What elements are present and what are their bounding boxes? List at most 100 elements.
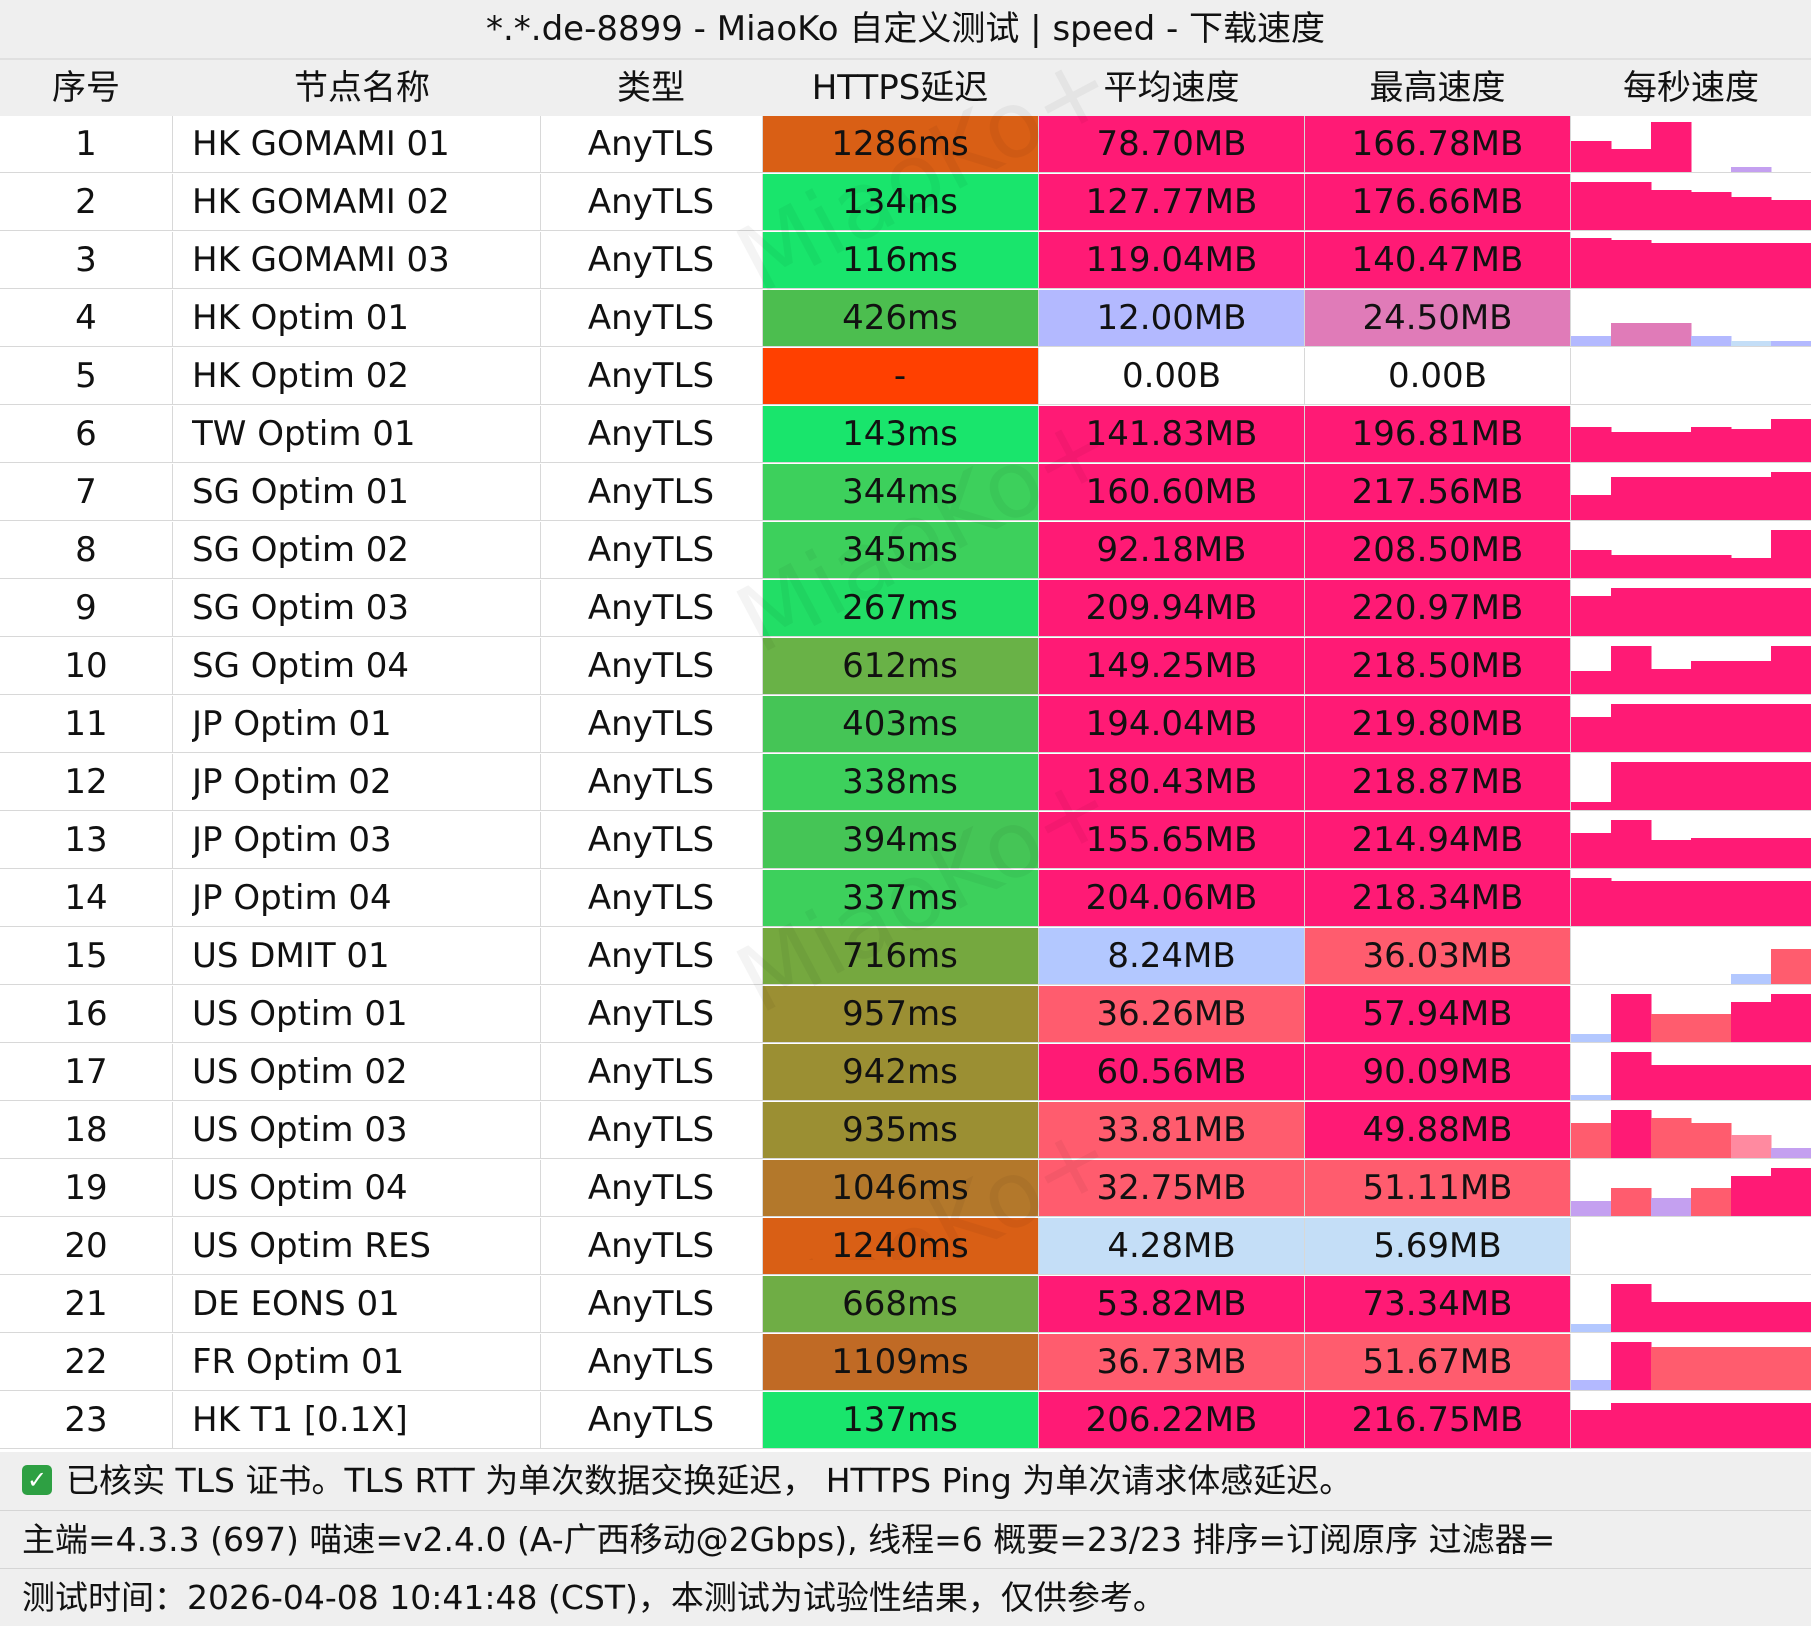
speed-bar	[1771, 881, 1811, 926]
avg-speed: 33.81MB	[1039, 1102, 1304, 1158]
table-row: 8 SG Optim 02 AnyTLS 345ms 92.18MB 208.50MB	[0, 522, 1811, 579]
speed-bar	[1651, 1014, 1692, 1042]
column-divider	[172, 1102, 173, 1158]
column-divider	[172, 348, 173, 404]
speed-bar	[1611, 555, 1652, 578]
node-type: AnyTLS	[587, 240, 715, 280]
speed-bar	[1691, 1065, 1732, 1100]
speed-bar	[1691, 1302, 1732, 1332]
speed-bar	[1691, 336, 1732, 346]
speed-bar	[1611, 1110, 1652, 1158]
speed-bar	[1731, 838, 1772, 868]
speed-bar	[1571, 596, 1612, 636]
column-divider	[762, 754, 763, 810]
speed-bar	[1611, 1403, 1652, 1448]
column-divider	[172, 1276, 173, 1332]
per-second-speed-chart	[1571, 406, 1811, 462]
column-divider	[762, 928, 763, 984]
column-divider	[1038, 1218, 1039, 1274]
per-second-speed-chart	[1571, 696, 1811, 752]
node-type: AnyTLS	[587, 1284, 715, 1324]
max-speed: 51.67MB	[1305, 1334, 1570, 1390]
https-latency: -	[762, 348, 1038, 404]
column-divider	[1038, 348, 1039, 404]
column-divider	[172, 580, 173, 636]
speed-bar	[1571, 1201, 1612, 1216]
speed-bar	[1691, 555, 1732, 578]
column-divider	[1038, 754, 1039, 810]
row-index: 13	[64, 820, 108, 860]
speed-bar	[1771, 1347, 1811, 1390]
avg-speed: 127.77MB	[1039, 174, 1304, 230]
column-divider	[762, 1044, 763, 1100]
speed-bar	[1771, 1403, 1811, 1448]
column-divider	[762, 1334, 763, 1390]
speed-bar	[1731, 1135, 1772, 1158]
node-name: HK GOMAMI 03	[192, 240, 450, 280]
per-second-speed-chart	[1571, 870, 1811, 926]
table-row: 15 US DMIT 01 AnyTLS 716ms 8.24MB 36.03MB	[0, 928, 1811, 985]
column-divider	[1304, 116, 1305, 172]
max-speed: 218.87MB	[1305, 754, 1570, 810]
avg-speed: 206.22MB	[1039, 1392, 1304, 1448]
node-name: JP Optim 04	[192, 878, 392, 918]
https-latency: 345ms	[762, 522, 1038, 578]
speed-bar	[1771, 530, 1811, 578]
row-index: 21	[64, 1284, 108, 1324]
column-divider	[1304, 870, 1305, 926]
col-header-max-speed: 最高速度	[1369, 68, 1506, 108]
max-speed: 140.47MB	[1305, 232, 1570, 288]
speed-bar	[1691, 243, 1732, 288]
speed-bar	[1731, 167, 1772, 172]
node-name: SG Optim 04	[192, 646, 410, 686]
column-divider	[1038, 1160, 1039, 1216]
https-latency: 403ms	[762, 696, 1038, 752]
speed-bar	[1611, 704, 1652, 752]
footer: ✓ 已核实 TLS 证书。TLS RTT 为单次数据交换延迟， HTTPS Pin…	[0, 1452, 1811, 1626]
column-divider	[172, 1392, 173, 1448]
per-second-speed-chart	[1571, 1102, 1811, 1158]
speed-bar	[1651, 432, 1692, 462]
https-latency: 935ms	[762, 1102, 1038, 1158]
node-type: AnyTLS	[587, 1226, 715, 1266]
node-type: AnyTLS	[587, 356, 715, 396]
column-divider	[172, 464, 173, 520]
col-header-https-latency: HTTPS延迟	[811, 68, 989, 108]
speed-bar	[1651, 323, 1692, 346]
column-divider	[1038, 406, 1039, 462]
footer-line-timestamp: 测试时间：2026-04-08 10:41:48 (CST)，本测试为试验性结果…	[0, 1568, 1811, 1625]
speed-bar	[1611, 1052, 1652, 1100]
speed-bar	[1771, 588, 1811, 636]
column-divider	[172, 928, 173, 984]
max-speed: 216.75MB	[1305, 1392, 1570, 1448]
speed-bar	[1771, 1168, 1811, 1216]
column-divider	[762, 638, 763, 694]
column-divider	[762, 1102, 763, 1158]
column-divider	[1038, 986, 1039, 1042]
max-speed: 73.34MB	[1305, 1276, 1570, 1332]
speed-bar	[1731, 1002, 1772, 1042]
table-row: 18 US Optim 03 AnyTLS 935ms 33.81MB 49.88MB	[0, 1102, 1811, 1159]
speed-bar	[1651, 1118, 1692, 1158]
avg-speed: 204.06MB	[1039, 870, 1304, 926]
avg-speed: 60.56MB	[1039, 1044, 1304, 1100]
column-divider	[1304, 696, 1305, 752]
speed-bar	[1651, 704, 1692, 752]
node-name: US Optim 02	[192, 1052, 408, 1092]
speed-bar	[1771, 472, 1811, 520]
node-type: AnyTLS	[587, 762, 715, 802]
avg-speed: 160.60MB	[1039, 464, 1304, 520]
max-speed: 51.11MB	[1305, 1160, 1570, 1216]
node-type: AnyTLS	[587, 124, 715, 164]
table-row: 9 SG Optim 03 AnyTLS 267ms 209.94MB 220.97MB	[0, 580, 1811, 637]
https-latency: 668ms	[762, 1276, 1038, 1332]
node-name: HK GOMAMI 01	[192, 124, 450, 164]
avg-speed: 209.94MB	[1039, 580, 1304, 636]
speed-bar	[1771, 762, 1811, 810]
column-divider	[1038, 1102, 1039, 1158]
column-divider	[540, 580, 541, 636]
speed-bar	[1771, 994, 1811, 1042]
speed-bar	[1731, 197, 1772, 230]
speed-bar	[1731, 558, 1772, 578]
speed-bar	[1611, 762, 1652, 810]
